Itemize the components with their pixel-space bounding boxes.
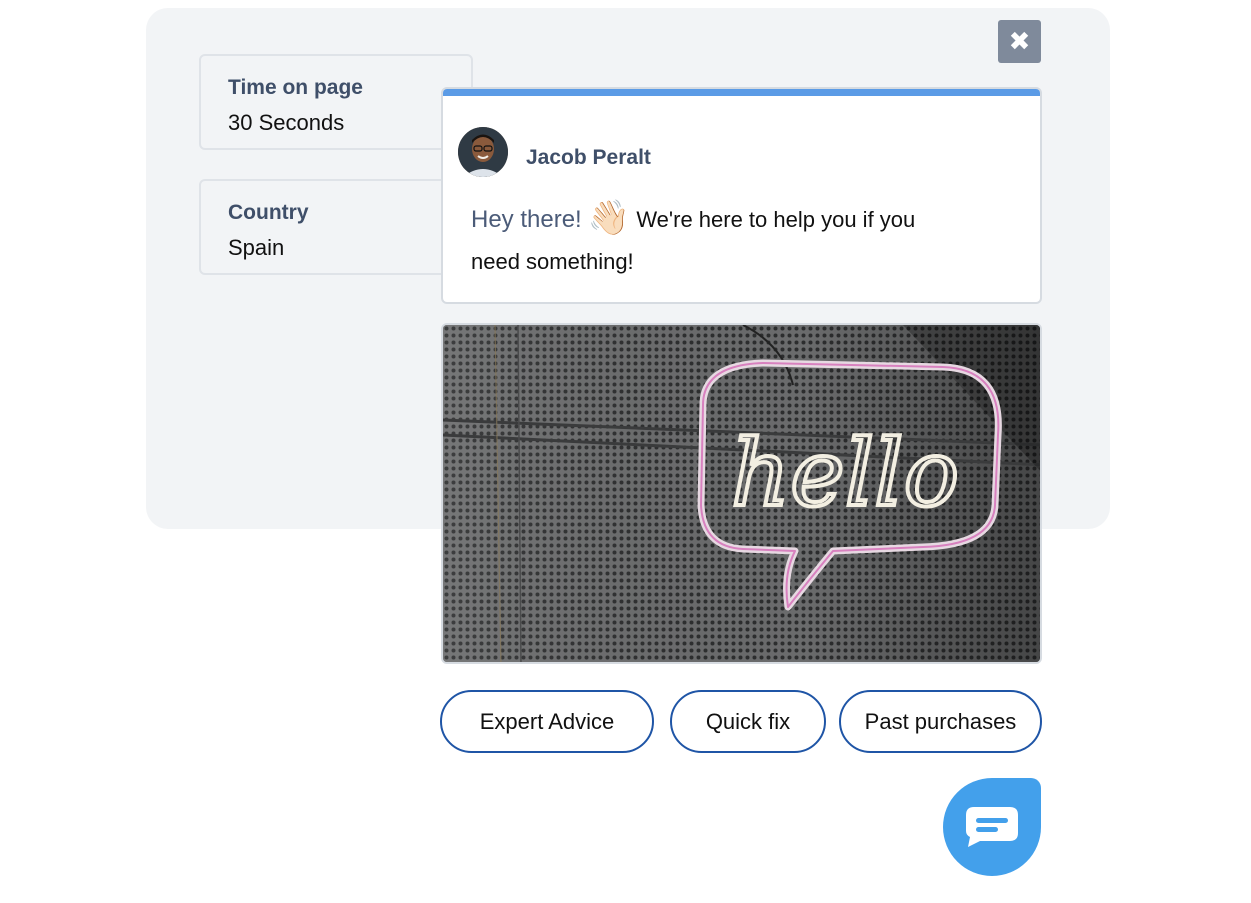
time-on-page-card: Time on page 30 Seconds — [199, 54, 473, 150]
quick-fix-button[interactable]: Quick fix — [670, 690, 826, 753]
expert-advice-button[interactable]: Expert Advice — [440, 690, 654, 753]
past-purchases-label: Past purchases — [864, 708, 1017, 734]
chat-launcher-button[interactable] — [943, 778, 1041, 876]
chat-bubble-icon — [966, 807, 1018, 847]
greeting-message: Hey there! 👋🏻 We're here to help you if … — [471, 197, 941, 283]
close-button[interactable]: ✖ — [998, 20, 1041, 63]
close-icon: ✖ — [1008, 26, 1031, 56]
chat-message-card: Jacob Peralt Hey there! 👋🏻 We're here to… — [441, 87, 1042, 304]
avatar — [458, 127, 508, 177]
time-on-page-label: Time on page — [228, 76, 363, 99]
message-accent-bar — [443, 89, 1040, 96]
country-label: Country — [228, 201, 309, 224]
hello-sign-text: hello — [731, 420, 959, 527]
country-card: Country Spain — [199, 179, 473, 275]
wave-icon: 👋🏻 — [587, 199, 631, 237]
agent-name: Jacob Peralt — [526, 146, 651, 169]
quick-fix-label: Quick fix — [705, 708, 791, 734]
time-on-page-value: 30 Seconds — [228, 110, 345, 135]
greeting-text: Hey there! — [471, 206, 582, 233]
country-value: Spain — [228, 235, 285, 260]
hello-neon-sign-image: hello — [441, 323, 1042, 664]
expert-advice-label: Expert Advice — [479, 708, 615, 734]
past-purchases-button[interactable]: Past purchases — [839, 690, 1042, 753]
